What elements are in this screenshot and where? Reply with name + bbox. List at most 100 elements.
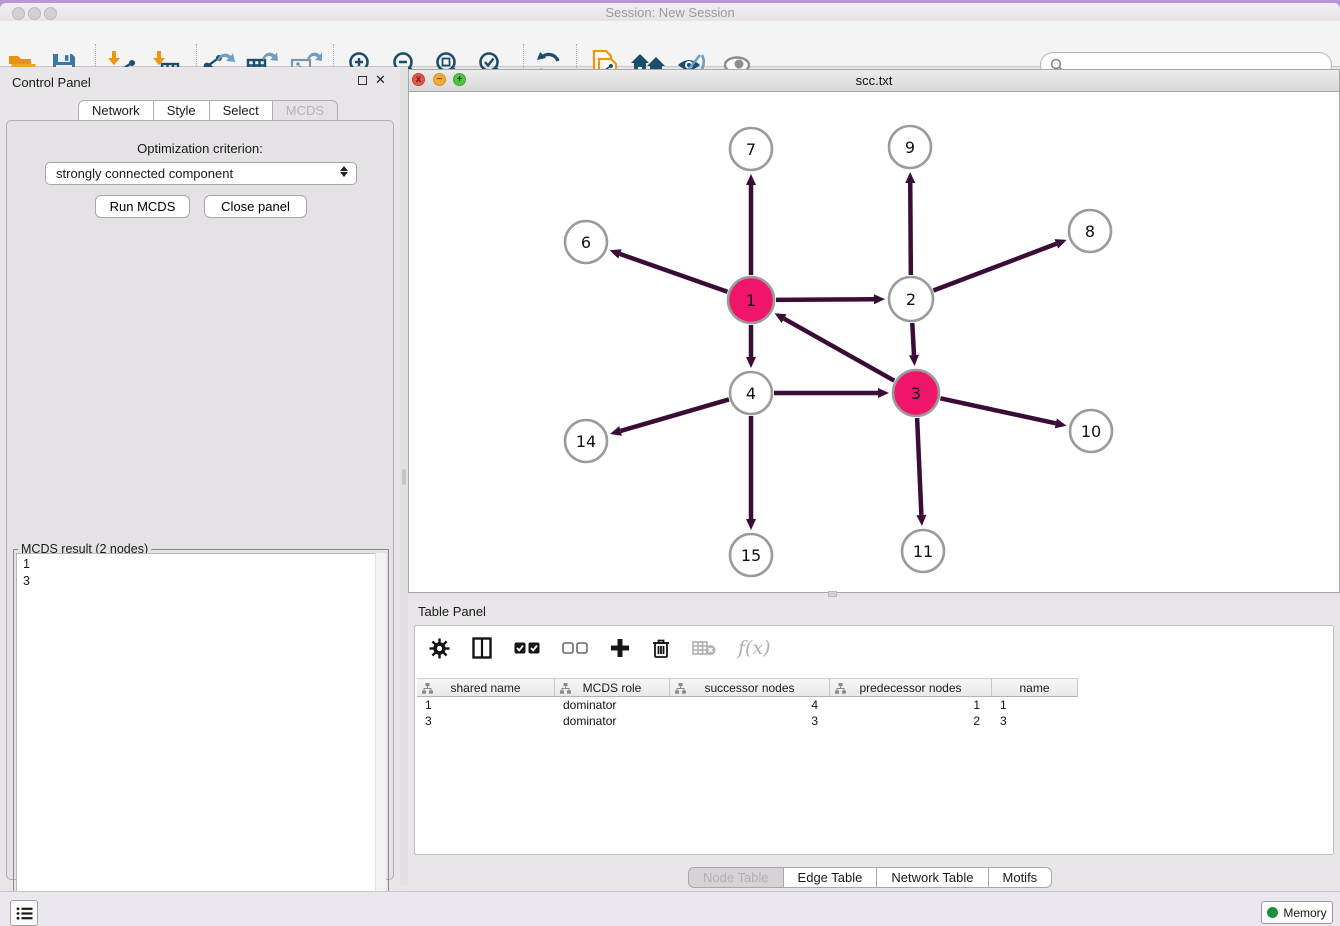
mcds-tab-content: Optimization criterion: strongly connect… (6, 120, 394, 880)
graph-edge-2-8[interactable] (933, 239, 1066, 290)
delete-column-icon[interactable] (652, 638, 670, 659)
svg-text:11: 11 (913, 542, 933, 561)
svg-text:7: 7 (746, 140, 756, 159)
vertical-splitter[interactable] (400, 67, 408, 885)
column-header-label: shared name (450, 681, 520, 695)
control-panel-title: Control Panel (12, 75, 91, 90)
graph-edge-1-4[interactable] (746, 325, 756, 368)
table-cell[interactable]: 2 (830, 713, 992, 729)
graph-node-15[interactable]: 15 (730, 534, 772, 576)
graph-edge-1-2[interactable] (776, 294, 885, 304)
column-header-name[interactable]: name (992, 678, 1078, 697)
column-header-successor-nodes[interactable]: successor nodes (670, 678, 830, 697)
table-cell[interactable]: 4 (670, 697, 830, 713)
splitter-handle[interactable] (402, 469, 406, 485)
column-header-MCDS-role[interactable]: MCDS role (555, 678, 670, 697)
graph-edge-4-15[interactable] (746, 416, 756, 530)
table-row[interactable]: 1dominator411 (417, 697, 1333, 713)
graph-node-3[interactable]: 3 (893, 370, 939, 416)
control-tab-network[interactable]: Network (78, 100, 154, 121)
column-header-label: predecessor nodes (859, 681, 961, 695)
network-canvas[interactable]: 7 9 6 8 1 2 4 3 14 10 15 11 (409, 92, 1339, 592)
graph-edge-2-9[interactable] (905, 172, 915, 275)
table-cell[interactable]: dominator (555, 713, 670, 729)
float-panel-icon[interactable] (358, 76, 367, 85)
table-row[interactable]: 3dominator323 (417, 713, 1333, 729)
column-header-label: successor nodes (704, 681, 794, 695)
graph-node-4[interactable]: 4 (730, 372, 772, 414)
svg-text:10: 10 (1081, 422, 1101, 441)
network-window-title: scc.txt (409, 73, 1339, 88)
optimization-criterion-label: Optimization criterion: (7, 141, 393, 156)
graph-edge-4-3[interactable] (774, 388, 889, 398)
network-graph: 7 9 6 8 1 2 4 3 14 10 15 11 (409, 92, 1339, 592)
optimization-criterion-value: strongly connected component (56, 166, 233, 181)
titlebar: Session: New Session (0, 3, 1340, 21)
mcds-result-line: 3 (23, 573, 379, 590)
mcds-result-text[interactable]: 13 (16, 553, 386, 926)
table-cell[interactable]: 1 (417, 697, 555, 713)
table-tab-edge-table[interactable]: Edge Table (784, 867, 878, 888)
table-cell[interactable]: 3 (670, 713, 830, 729)
close-panel-icon[interactable]: ✕ (375, 75, 386, 85)
graph-edge-3-1[interactable] (775, 313, 895, 380)
graph-node-11[interactable]: 11 (902, 530, 944, 572)
show-columns-icon[interactable] (472, 637, 492, 659)
select-all-rows-icon[interactable] (514, 642, 540, 654)
table-tab-node-table[interactable]: Node Table (688, 867, 784, 888)
table-cell[interactable]: dominator (555, 697, 670, 713)
graph-edge-3-10[interactable] (940, 398, 1066, 428)
table-panel: Table Panel ✕ (408, 599, 1340, 891)
table-tab-network-table[interactable]: Network Table (877, 867, 988, 888)
table-tab-motifs[interactable]: Motifs (989, 867, 1053, 888)
control-panel: Control Panel ✕ NetworkStyleSelectMCDS O… (0, 67, 400, 885)
table-panel-body: f(x) shared name MCDS role successor nodes… (414, 625, 1334, 855)
table-toolbar: f(x) (415, 626, 1333, 670)
svg-text:4: 4 (746, 384, 756, 403)
graph-node-8[interactable]: 8 (1069, 210, 1111, 252)
add-column-icon[interactable] (610, 638, 630, 658)
column-header-shared-name[interactable]: shared name (417, 678, 555, 697)
optimization-criterion-select[interactable]: strongly connected component (45, 162, 357, 185)
close-panel-button[interactable]: Close panel (204, 195, 307, 218)
table-cell[interactable]: 3 (992, 713, 1078, 729)
table-cell[interactable]: 3 (417, 713, 555, 729)
select-chevrons-icon (340, 166, 348, 177)
app-window: Session: New Session (0, 3, 1340, 926)
control-tab-select[interactable]: Select (210, 100, 273, 121)
column-header-predecessor-nodes[interactable]: predecessor nodes (830, 678, 992, 697)
column-tree-icon (560, 683, 571, 694)
table-cell[interactable]: 1 (992, 697, 1078, 713)
graph-edge-4-14[interactable] (610, 399, 729, 435)
graph-node-14[interactable]: 14 (565, 420, 607, 462)
graph-edge-1-7[interactable] (746, 174, 756, 275)
deselect-all-rows-icon[interactable] (562, 642, 588, 654)
control-tab-style[interactable]: Style (154, 100, 210, 121)
graph-node-1[interactable]: 1 (728, 277, 774, 323)
graph-node-9[interactable]: 9 (889, 126, 931, 168)
graph-node-6[interactable]: 6 (565, 221, 607, 263)
graph-node-10[interactable]: 10 (1070, 410, 1112, 452)
table-settings-gear-icon[interactable] (429, 638, 450, 659)
svg-text:15: 15 (741, 546, 761, 565)
control-panel-tabs: NetworkStyleSelectMCDS (78, 100, 338, 121)
table-cell[interactable]: 1 (830, 697, 992, 713)
node-table: shared name MCDS role successor nodes prede… (417, 678, 1333, 729)
graph-node-7[interactable]: 7 (730, 128, 772, 170)
memory-button[interactable]: Memory (1261, 901, 1333, 924)
table-header-row: shared name MCDS role successor nodes prede… (417, 678, 1333, 697)
graph-edge-2-3[interactable] (909, 323, 919, 366)
network-window-titlebar[interactable]: x − + scc.txt (409, 70, 1339, 92)
control-tab-mcds[interactable]: MCDS (273, 100, 338, 121)
run-mcds-button[interactable]: Run MCDS (95, 195, 190, 218)
graph-edge-1-6[interactable] (610, 249, 728, 291)
window-title: Session: New Session (0, 5, 1340, 20)
graph-node-2[interactable]: 2 (889, 277, 933, 321)
table-panel-title: Table Panel (418, 604, 486, 619)
mcds-result-scrollbar[interactable] (375, 553, 386, 926)
horizontal-splitter-handle[interactable] (828, 591, 837, 597)
table-panel-tabs: Node TableEdge TableNetwork TableMotifs (688, 867, 1052, 888)
task-history-button[interactable] (10, 900, 38, 926)
mcds-result-fieldset: MCDS result (2 nodes) 13 (13, 549, 389, 926)
graph-edge-3-11[interactable] (916, 418, 926, 526)
